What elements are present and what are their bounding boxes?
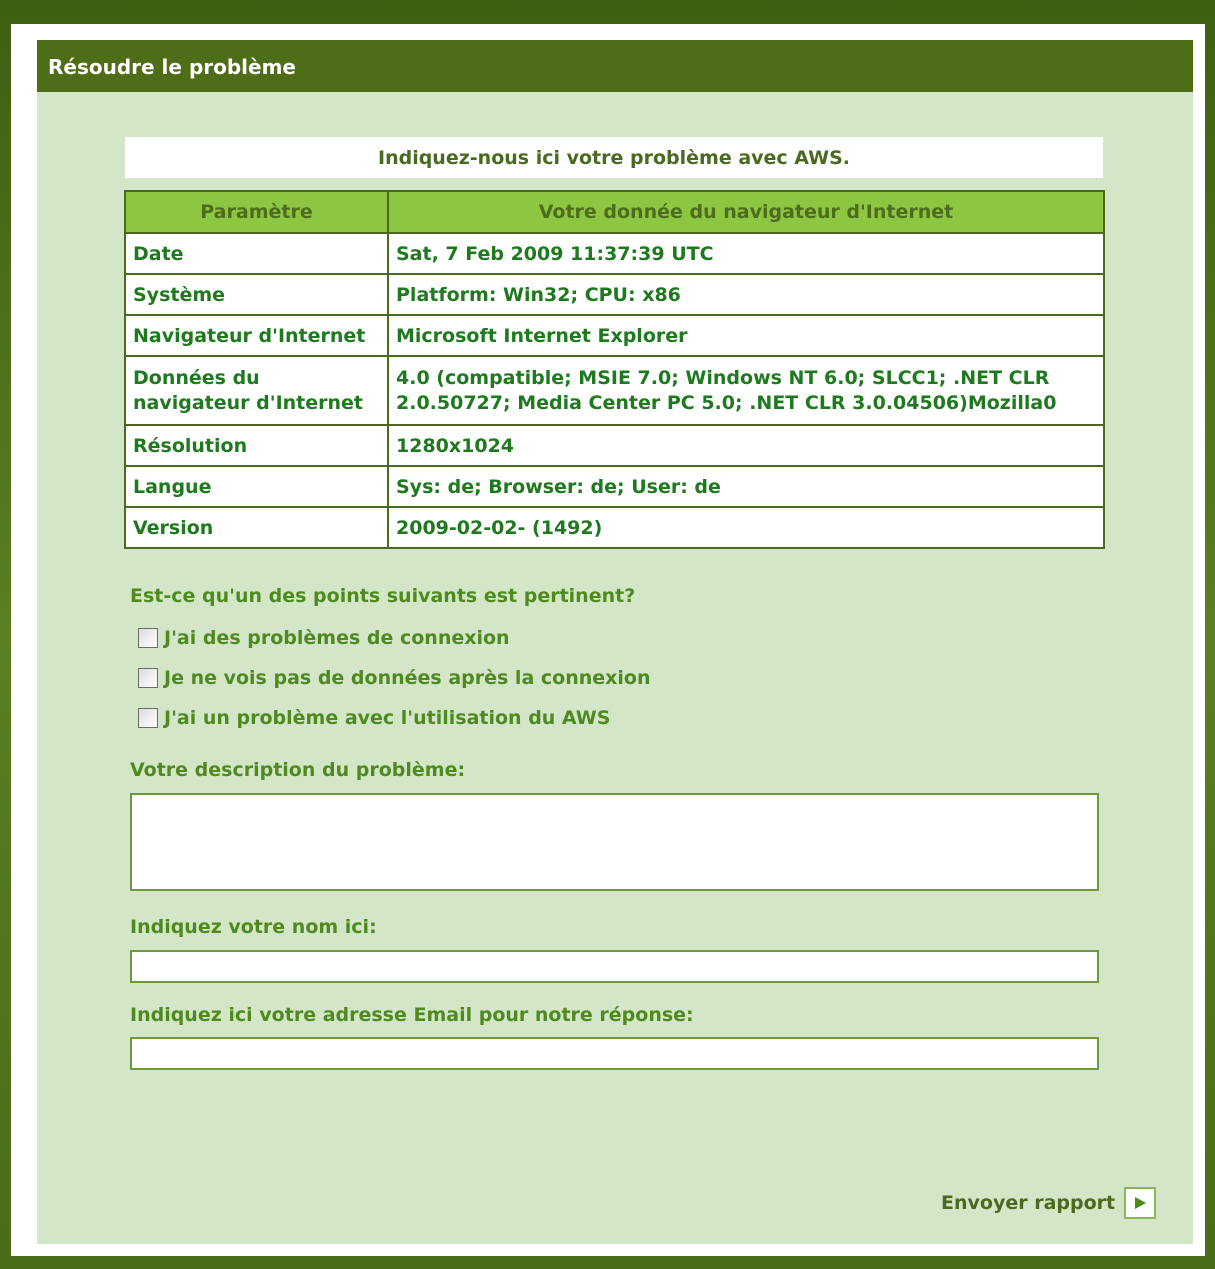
checkbox-connection-problem[interactable] [138, 628, 158, 648]
email-label: Indiquez ici votre adresse Email pour no… [130, 1004, 694, 1026]
description-label: Votre description du problème: [130, 759, 466, 781]
row-value-date: Sat, 7 Feb 2009 11:37:39 UTC [387, 232, 1105, 275]
table-row: Données du navigateur d'Internet 4.0 (co… [124, 355, 1105, 426]
column-header-parameter: Paramètre [124, 190, 389, 234]
column-header-browser-data: Votre donnée du navigateur d'Internet [387, 190, 1105, 234]
option-usage-problem[interactable]: J'ai un problème avec l'utilisation du A… [138, 705, 610, 731]
table-row: Langue Sys: de; Browser: de; User: de [124, 465, 1105, 508]
play-arrow-icon[interactable] [1124, 1187, 1157, 1219]
browser-info-table: Paramètre Votre donnée du navigateur d'I… [124, 190, 1105, 549]
table-row: Navigateur d'Internet Microsoft Internet… [124, 314, 1105, 357]
row-label-browser-data: Données du navigateur d'Internet [124, 355, 389, 426]
table-row: Résolution 1280x1024 [124, 424, 1105, 467]
row-label-system: Système [124, 273, 389, 316]
row-value-browser-data: 4.0 (compatible; MSIE 7.0; Windows NT 6.… [387, 355, 1105, 426]
table-row: Système Platform: Win32; CPU: x86 [124, 273, 1105, 316]
option-label: J'ai des problèmes de connexion [164, 627, 510, 649]
row-label-version: Version [124, 506, 389, 549]
send-report-label[interactable]: Envoyer rapport [941, 1192, 1115, 1214]
row-label-date: Date [124, 232, 389, 275]
option-no-data[interactable]: Je ne vois pas de données après la conne… [138, 665, 650, 691]
send-report-button[interactable]: Envoyer rapport [941, 1186, 1157, 1220]
email-input[interactable] [130, 1037, 1099, 1070]
checkbox-no-data[interactable] [138, 668, 158, 688]
row-value-version: 2009-02-02- (1492) [387, 506, 1105, 549]
option-label: Je ne vois pas de données après la conne… [164, 667, 651, 689]
row-value-system: Platform: Win32; CPU: x86 [387, 273, 1105, 316]
intro-text: Indiquez-nous ici votre problème avec AW… [125, 137, 1103, 178]
row-value-browser: Microsoft Internet Explorer [387, 314, 1105, 357]
checkbox-usage-problem[interactable] [138, 708, 158, 728]
name-input[interactable] [130, 950, 1099, 983]
panel-title: Résoudre le problème [37, 40, 1193, 92]
row-label-resolution: Résolution [124, 424, 389, 467]
table-header-row: Paramètre Votre donnée du navigateur d'I… [124, 190, 1105, 234]
row-value-language: Sys: de; Browser: de; User: de [387, 465, 1105, 508]
table-row: Version 2009-02-02- (1492) [124, 506, 1105, 549]
row-value-resolution: 1280x1024 [387, 424, 1105, 467]
row-label-browser: Navigateur d'Internet [124, 314, 389, 357]
description-textarea[interactable] [130, 793, 1099, 891]
row-label-language: Langue [124, 465, 389, 508]
option-label: J'ai un problème avec l'utilisation du A… [164, 707, 611, 729]
options-question: Est-ce qu'un des points suivants est per… [130, 585, 636, 607]
table-row: Date Sat, 7 Feb 2009 11:37:39 UTC [124, 232, 1105, 275]
name-label: Indiquez votre nom ici: [130, 916, 377, 938]
option-connection-problem[interactable]: J'ai des problèmes de connexion [138, 625, 510, 651]
